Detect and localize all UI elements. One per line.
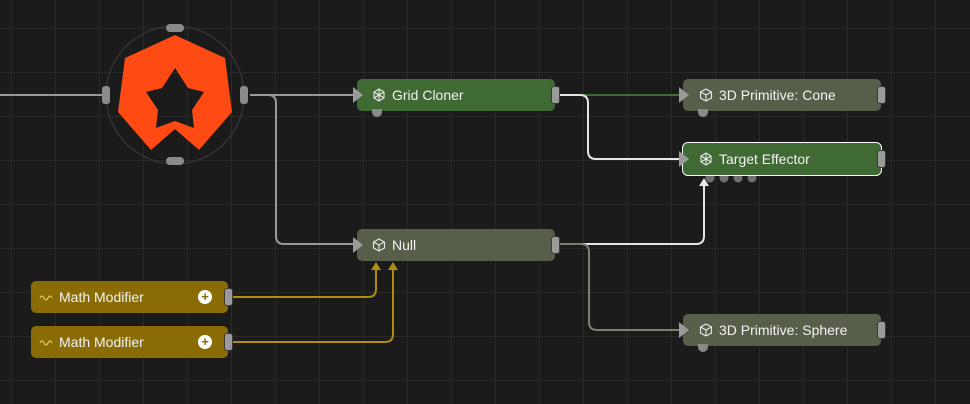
math-modifier-label: Math Modifier <box>59 334 144 350</box>
wire-null-to-sphere <box>560 243 680 331</box>
target-effector-node[interactable]: Target Effector <box>679 142 886 176</box>
wire-math-modifier-1-to-null <box>232 270 377 298</box>
cavalry-logo-icon <box>118 35 232 150</box>
logo-port-top[interactable] <box>166 24 184 32</box>
math-modifier-label: Math Modifier <box>59 289 144 305</box>
effector-icon <box>700 152 712 166</box>
logo-port-left[interactable] <box>102 86 110 104</box>
sphere-input-port[interactable] <box>679 322 689 338</box>
wave-icon <box>39 295 53 301</box>
grid-cloner-label: Grid Cloner <box>392 87 464 103</box>
grid-cloner-output-port[interactable] <box>551 86 560 104</box>
cube-icon <box>699 323 713 337</box>
math-modifier-node-1[interactable]: Math Modifier + <box>31 281 233 313</box>
cube-icon <box>372 238 386 252</box>
sphere-output-port[interactable] <box>877 321 886 339</box>
add-icon[interactable]: + <box>198 290 212 304</box>
null-node[interactable]: Null <box>353 229 560 261</box>
cone-node[interactable]: 3D Primitive: Cone <box>679 79 886 117</box>
wire-arrowhead <box>371 262 381 270</box>
cone-label: 3D Primitive: Cone <box>719 87 836 103</box>
target-effector-input-port[interactable] <box>679 151 689 167</box>
target-effector-label: Target Effector <box>719 151 810 167</box>
wire-math-modifier-2-to-null <box>232 270 394 343</box>
logo-port-bottom[interactable] <box>166 157 184 165</box>
target-effector-output-port[interactable] <box>877 150 886 168</box>
sphere-label: 3D Primitive: Sphere <box>719 322 848 338</box>
cone-output-port[interactable] <box>877 86 886 104</box>
cube-icon <box>699 88 713 102</box>
add-icon[interactable]: + <box>198 335 212 349</box>
logo-port-right[interactable] <box>240 86 248 104</box>
wire-null-to-effector <box>560 186 705 245</box>
grid-cloner-input-port[interactable] <box>353 87 363 103</box>
logo-node[interactable] <box>102 24 248 165</box>
null-input-port[interactable] <box>353 237 363 253</box>
wire-arrowhead <box>388 262 398 270</box>
sphere-node[interactable]: 3D Primitive: Sphere <box>679 314 886 352</box>
math-modifier-output-port[interactable] <box>224 288 233 306</box>
null-label: Null <box>392 237 417 253</box>
math-modifier-node-2[interactable]: Math Modifier + <box>31 326 233 358</box>
wave-icon <box>39 340 53 346</box>
wire-logo-to-null <box>262 94 356 245</box>
cone-input-port[interactable] <box>679 87 689 103</box>
null-output-port[interactable] <box>551 236 560 254</box>
grid-cloner-node[interactable]: Grid Cloner <box>353 79 560 117</box>
cloner-icon <box>373 88 385 102</box>
wire-grid-cloner-to-effector <box>560 94 680 160</box>
math-modifier-output-port[interactable] <box>224 333 233 351</box>
